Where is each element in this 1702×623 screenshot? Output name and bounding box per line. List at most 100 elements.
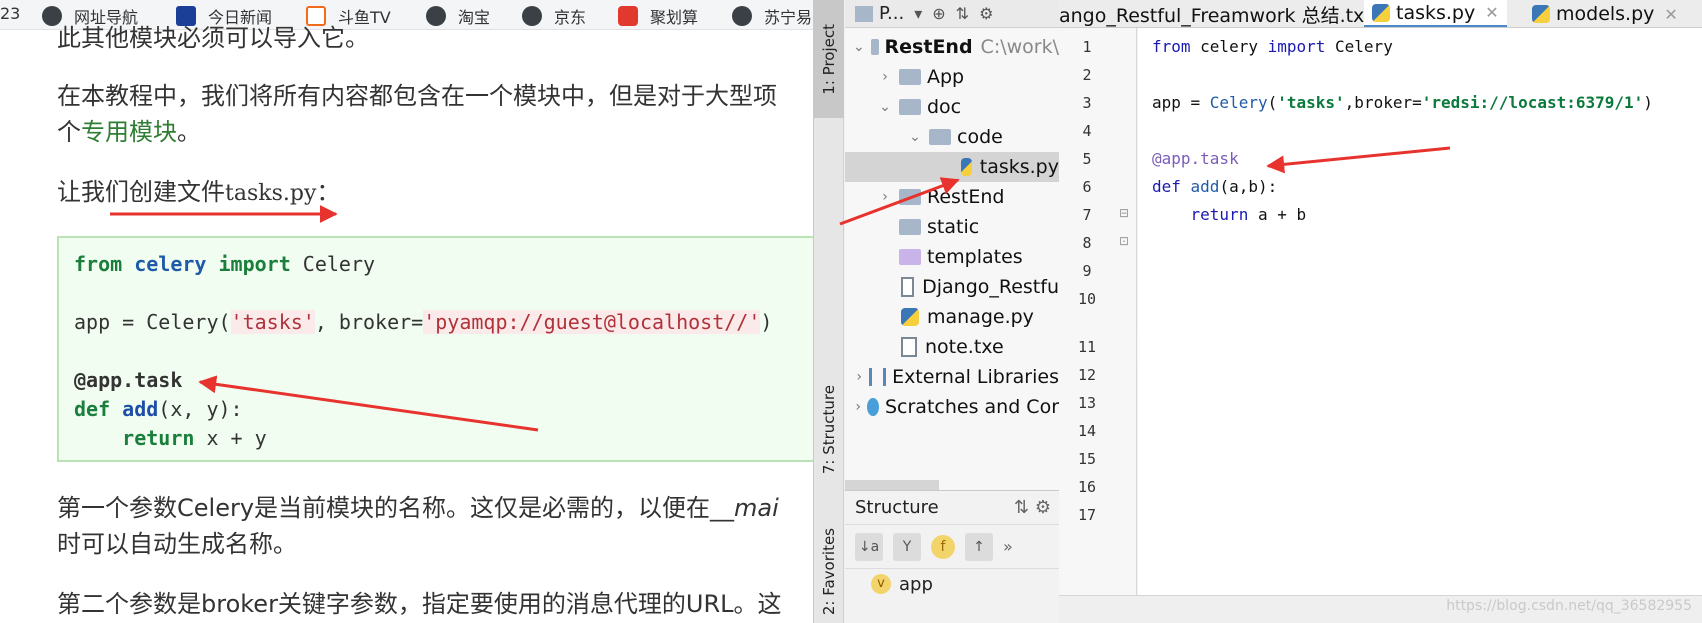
bookmark-taobao[interactable]: 淘宝 — [426, 4, 490, 28]
bookmark-suning[interactable]: 苏宁易 — [732, 4, 812, 28]
chevron-right-icon[interactable]: › — [853, 369, 865, 385]
code-line-5: @app.task — [1152, 149, 1239, 168]
tab-project-tool[interactable]: 1: Project — [814, 0, 844, 118]
paragraph-import: 此其他模块必须可以导入它。 — [57, 24, 369, 52]
chevron-down-icon[interactable]: ⌄ — [907, 129, 923, 145]
tree-item-restend[interactable]: › RestEnd — [845, 182, 1059, 212]
collapse-icon[interactable]: ⇅ — [956, 4, 969, 23]
ide-window: 1: Project 7: Structure 2: Favorites P..… — [813, 0, 1702, 623]
paragraph-first-arg-cont: 时可以自动生成名称。 — [57, 530, 297, 558]
inline-code-filename: tasks.py — [225, 181, 317, 206]
text-file-icon — [901, 337, 917, 357]
structure-item-app[interactable]: v app — [845, 569, 1059, 599]
tab-summary-txt[interactable]: ango_Restful_Freamwork 总结.txt✕ — [1059, 0, 1403, 27]
line-number: 9 — [1082, 262, 1092, 280]
bookmark-23[interactable]: 23 — [0, 4, 20, 23]
tree-item-note[interactable]: note.txe — [845, 332, 1059, 362]
tree-item-tasks[interactable]: tasks.py — [845, 152, 1059, 182]
paragraph-tutorial: 在本教程中，我们将所有内容都包含在一个模块中，但是对于大型项 — [57, 82, 777, 110]
globe-icon — [522, 6, 542, 26]
bookmark-juhuasuan[interactable]: 聚划算 — [618, 4, 698, 28]
line-number: 17 — [1077, 506, 1097, 524]
structure-actions-icon[interactable]: ⇅ ⚙ — [1014, 497, 1051, 518]
tree-item-app[interactable]: › App — [845, 62, 1059, 92]
tree-scrollbar[interactable] — [845, 480, 939, 490]
line-number: 8 — [1082, 234, 1092, 252]
line-number-gutter: 1 2 3 4 5 6 7 8 9 10 11 12 13 14 15 16 1… — [1059, 28, 1137, 595]
sort-alpha-icon[interactable]: ↓a — [855, 532, 883, 561]
tree-item-code[interactable]: ⌄ code — [845, 122, 1059, 152]
watermark: https://blog.csdn.net/qq_36582955 — [1446, 598, 1692, 614]
code-line-1: from celery import Celery — [1152, 37, 1393, 56]
chevron-right-icon[interactable]: › — [877, 69, 893, 85]
line-number: 1 — [1082, 38, 1092, 56]
more-icon[interactable]: » — [1003, 537, 1013, 556]
paragraph-create-file: 让我们创建文件tasks.py： — [57, 178, 341, 206]
folder-icon — [899, 219, 921, 235]
tree-item-root[interactable]: ⌄ RestEnd C:\work\ — [845, 32, 1059, 62]
folder-icon — [899, 99, 921, 115]
line-number: 14 — [1077, 422, 1097, 440]
fold-marker-icon[interactable]: ⊟ — [1119, 206, 1129, 220]
line-number: 10 — [1077, 290, 1097, 308]
structure-header: Structure ⇅ ⚙ — [845, 491, 1059, 525]
tab-models-py[interactable]: models.py ✕ — [1524, 0, 1686, 27]
code-line-6: def add(a,b): — [1152, 177, 1278, 196]
settings-gear-icon[interactable]: ⚙ — [979, 4, 993, 23]
project-tree: ⌄ RestEnd C:\work\ › App ⌄ doc ⌄ code tasks.p… — [845, 28, 1059, 490]
juhuasuan-icon — [618, 6, 638, 26]
chevron-down-icon[interactable]: ⌄ — [853, 39, 865, 55]
tool-window-strip: 1: Project 7: Structure 2: Favorites — [814, 0, 844, 623]
python-file-icon — [1372, 3, 1390, 22]
structure-panel: Structure ⇅ ⚙ ↓a Y f ↑ » v app — [845, 490, 1059, 623]
line-number: 5 — [1082, 150, 1092, 168]
code-editor[interactable]: from celery import Celery app = Celery('… — [1138, 28, 1702, 595]
tree-item-manage[interactable]: manage.py — [845, 302, 1059, 332]
library-icon — [869, 368, 887, 386]
python-file-icon — [1532, 5, 1550, 23]
dropdown-caret-icon[interactable]: ▾ — [914, 4, 922, 23]
folder-icon — [929, 129, 951, 145]
autoscroll-icon[interactable]: ↑ — [965, 532, 993, 561]
paragraph-second-arg: 第二个参数是broker关键字参数，指定要使用的消息代理的URL。这 — [57, 590, 782, 618]
chevron-right-icon[interactable]: › — [877, 189, 893, 205]
browser-page: 23 网址导航 今日新闻 斗鱼TV 淘宝 京东 聚划算 苏宁易 此其他模块必须可… — [0, 0, 813, 623]
close-icon[interactable]: ✕ — [1664, 5, 1677, 24]
project-header: P... ▾ ⊕ ⇅ ⚙ — [845, 0, 1059, 28]
chevron-down-icon[interactable]: ⌄ — [877, 99, 893, 115]
python-file-icon — [961, 158, 972, 176]
paragraph-first-arg: 第一个参数Celery是当前模块的名称。这仅是必需的，以便在__mai — [57, 494, 779, 522]
line-number: 4 — [1082, 122, 1092, 140]
tree-item-templates[interactable]: templates — [845, 242, 1059, 272]
tree-item-doc[interactable]: ⌄ doc — [845, 92, 1059, 122]
tree-item-scratches[interactable]: › Scratches and Cor — [845, 392, 1059, 422]
close-icon[interactable]: ✕ — [1485, 3, 1498, 22]
globe-icon — [732, 6, 752, 26]
python-file-icon — [901, 308, 919, 326]
tree-item-static[interactable]: static — [845, 212, 1059, 242]
variable-icon: v — [871, 574, 891, 594]
globe-icon — [426, 6, 446, 26]
chevron-right-icon[interactable]: › — [853, 399, 863, 415]
tab-favorites-tool[interactable]: 2: Favorites — [814, 520, 844, 623]
templates-folder-icon — [899, 249, 921, 265]
bookmark-jd[interactable]: 京东 — [522, 4, 586, 28]
folder-icon — [899, 69, 921, 85]
locate-icon[interactable]: ⊕ — [932, 4, 945, 23]
dedicated-module-link[interactable]: 专用模块 — [81, 118, 177, 146]
fold-end-icon[interactable]: ⊡ — [1119, 234, 1129, 248]
paragraph-tutorial-cont: 个专用模块。 — [57, 118, 201, 146]
tab-tasks-py[interactable]: tasks.py ✕ — [1364, 0, 1507, 27]
show-fields-icon[interactable]: f — [931, 534, 955, 559]
filter-icon[interactable]: Y — [893, 532, 921, 561]
line-number: 15 — [1077, 450, 1097, 468]
code-line-3: app = Celery('tasks',broker='redsi://loc… — [1152, 93, 1653, 112]
tree-item-external-libraries[interactable]: › External Libraries — [845, 362, 1059, 392]
line-number: 7 — [1082, 206, 1092, 224]
line-number: 6 — [1082, 178, 1092, 196]
structure-toolbar: ↓a Y f ↑ » — [845, 525, 1059, 569]
tab-structure-tool[interactable]: 7: Structure — [814, 370, 844, 490]
project-dropdown[interactable]: P... — [879, 3, 904, 24]
tree-item-django-txt[interactable]: Django_Restfu — [845, 272, 1059, 302]
folder-icon — [855, 5, 873, 22]
